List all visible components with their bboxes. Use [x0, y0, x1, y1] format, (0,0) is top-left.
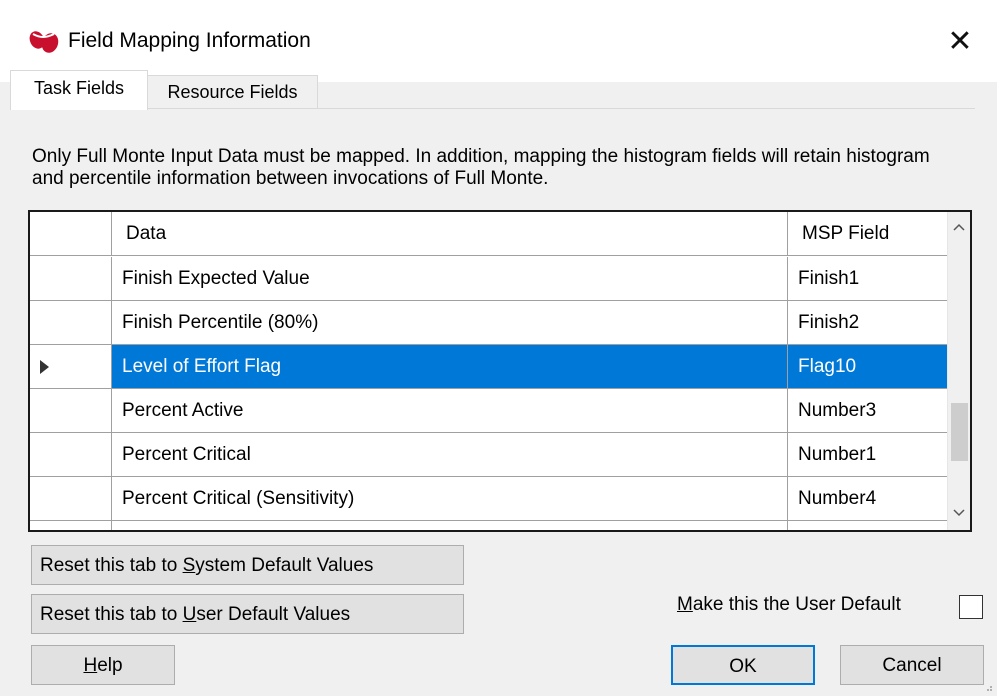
- msp-field-cell[interactable]: [788, 521, 948, 530]
- msp-field-cell[interactable]: Flag10: [788, 345, 948, 389]
- table-row[interactable]: Percent Active Number3: [30, 389, 948, 433]
- row-header[interactable]: [30, 389, 112, 433]
- grid-header: Data MSP Field: [30, 212, 948, 257]
- table-row[interactable]: Finish Percentile (80%) Finish2: [30, 301, 948, 345]
- button-label-post: ystem Default Values: [195, 555, 374, 576]
- field-mapping-grid: Data MSP Field Finish Expected Value Fin…: [28, 210, 972, 532]
- row-header[interactable]: [30, 257, 112, 301]
- row-header[interactable]: [30, 345, 112, 389]
- button-label: elp: [97, 655, 123, 676]
- column-header-data[interactable]: Data: [112, 212, 788, 256]
- vertical-scrollbar[interactable]: [947, 212, 970, 530]
- data-cell[interactable]: Finish Percentile (80%): [112, 301, 788, 345]
- cancel-button[interactable]: Cancel: [840, 645, 984, 685]
- msp-field-cell[interactable]: Finish1: [788, 257, 948, 301]
- ok-button[interactable]: OK: [671, 645, 815, 685]
- access-key: U: [182, 604, 197, 625]
- msp-field-cell[interactable]: Number4: [788, 477, 948, 521]
- table-row-selected[interactable]: Level of Effort Flag Flag10: [30, 345, 948, 389]
- data-cell[interactable]: [112, 521, 788, 530]
- scroll-up-arrow-icon[interactable]: [948, 216, 970, 240]
- row-header[interactable]: [30, 521, 112, 530]
- button-label-pre: Reset this tab to: [40, 604, 183, 625]
- tab-task-fields[interactable]: Task Fields: [10, 70, 148, 110]
- scroll-down-arrow-icon[interactable]: [948, 502, 970, 526]
- data-cell[interactable]: Percent Critical (Sensitivity): [112, 477, 788, 521]
- window-title: Field Mapping Information: [68, 29, 311, 52]
- row-header[interactable]: [30, 433, 112, 477]
- table-row[interactable]: Percent Critical Number1: [30, 433, 948, 477]
- data-cell[interactable]: Percent Critical: [112, 433, 788, 477]
- column-header-msp-field[interactable]: MSP Field: [788, 212, 948, 256]
- title-bar: Field Mapping Information ✕: [0, 0, 997, 82]
- row-header[interactable]: [30, 477, 112, 521]
- reset-user-defaults-button[interactable]: Reset this tab to User Default Values: [31, 594, 464, 634]
- user-default-label[interactable]: Make this the User Default: [677, 594, 901, 616]
- data-cell[interactable]: Finish Expected Value: [112, 257, 788, 301]
- access-key: S: [182, 555, 196, 576]
- button-label-post: ser Default Values: [196, 604, 351, 625]
- resize-grip-icon[interactable]: [983, 682, 993, 692]
- info-text: Only Full Monte Input Data must be mappe…: [32, 146, 930, 189]
- reset-system-defaults-button[interactable]: Reset this tab to System Default Values: [31, 545, 464, 585]
- msp-field-cell[interactable]: Number1: [788, 433, 948, 477]
- table-row[interactable]: Finish Expected Value Finish1: [30, 257, 948, 301]
- access-key: H: [83, 655, 98, 676]
- table-row-partial[interactable]: [30, 521, 948, 530]
- app-logo-icon: [29, 31, 59, 53]
- tab-resource-fields[interactable]: Resource Fields: [147, 75, 318, 108]
- row-header-corner: [30, 212, 112, 256]
- user-default-checkbox[interactable]: [959, 595, 983, 619]
- scrollbar-thumb[interactable]: [951, 403, 968, 461]
- access-key: M: [677, 594, 693, 615]
- button-label-pre: Reset this tab to: [40, 555, 183, 576]
- data-cell[interactable]: Percent Active: [112, 389, 788, 433]
- label-text: ake this the User Default: [692, 594, 901, 615]
- table-row[interactable]: Percent Critical (Sensitivity) Number4: [30, 477, 948, 521]
- data-cell[interactable]: Level of Effort Flag: [112, 345, 788, 389]
- msp-field-cell[interactable]: Finish2: [788, 301, 948, 345]
- current-row-arrow-icon: [40, 360, 49, 374]
- close-button[interactable]: ✕: [930, 20, 990, 64]
- help-button[interactable]: Help: [31, 645, 175, 685]
- msp-field-cell[interactable]: Number3: [788, 389, 948, 433]
- row-header[interactable]: [30, 301, 112, 345]
